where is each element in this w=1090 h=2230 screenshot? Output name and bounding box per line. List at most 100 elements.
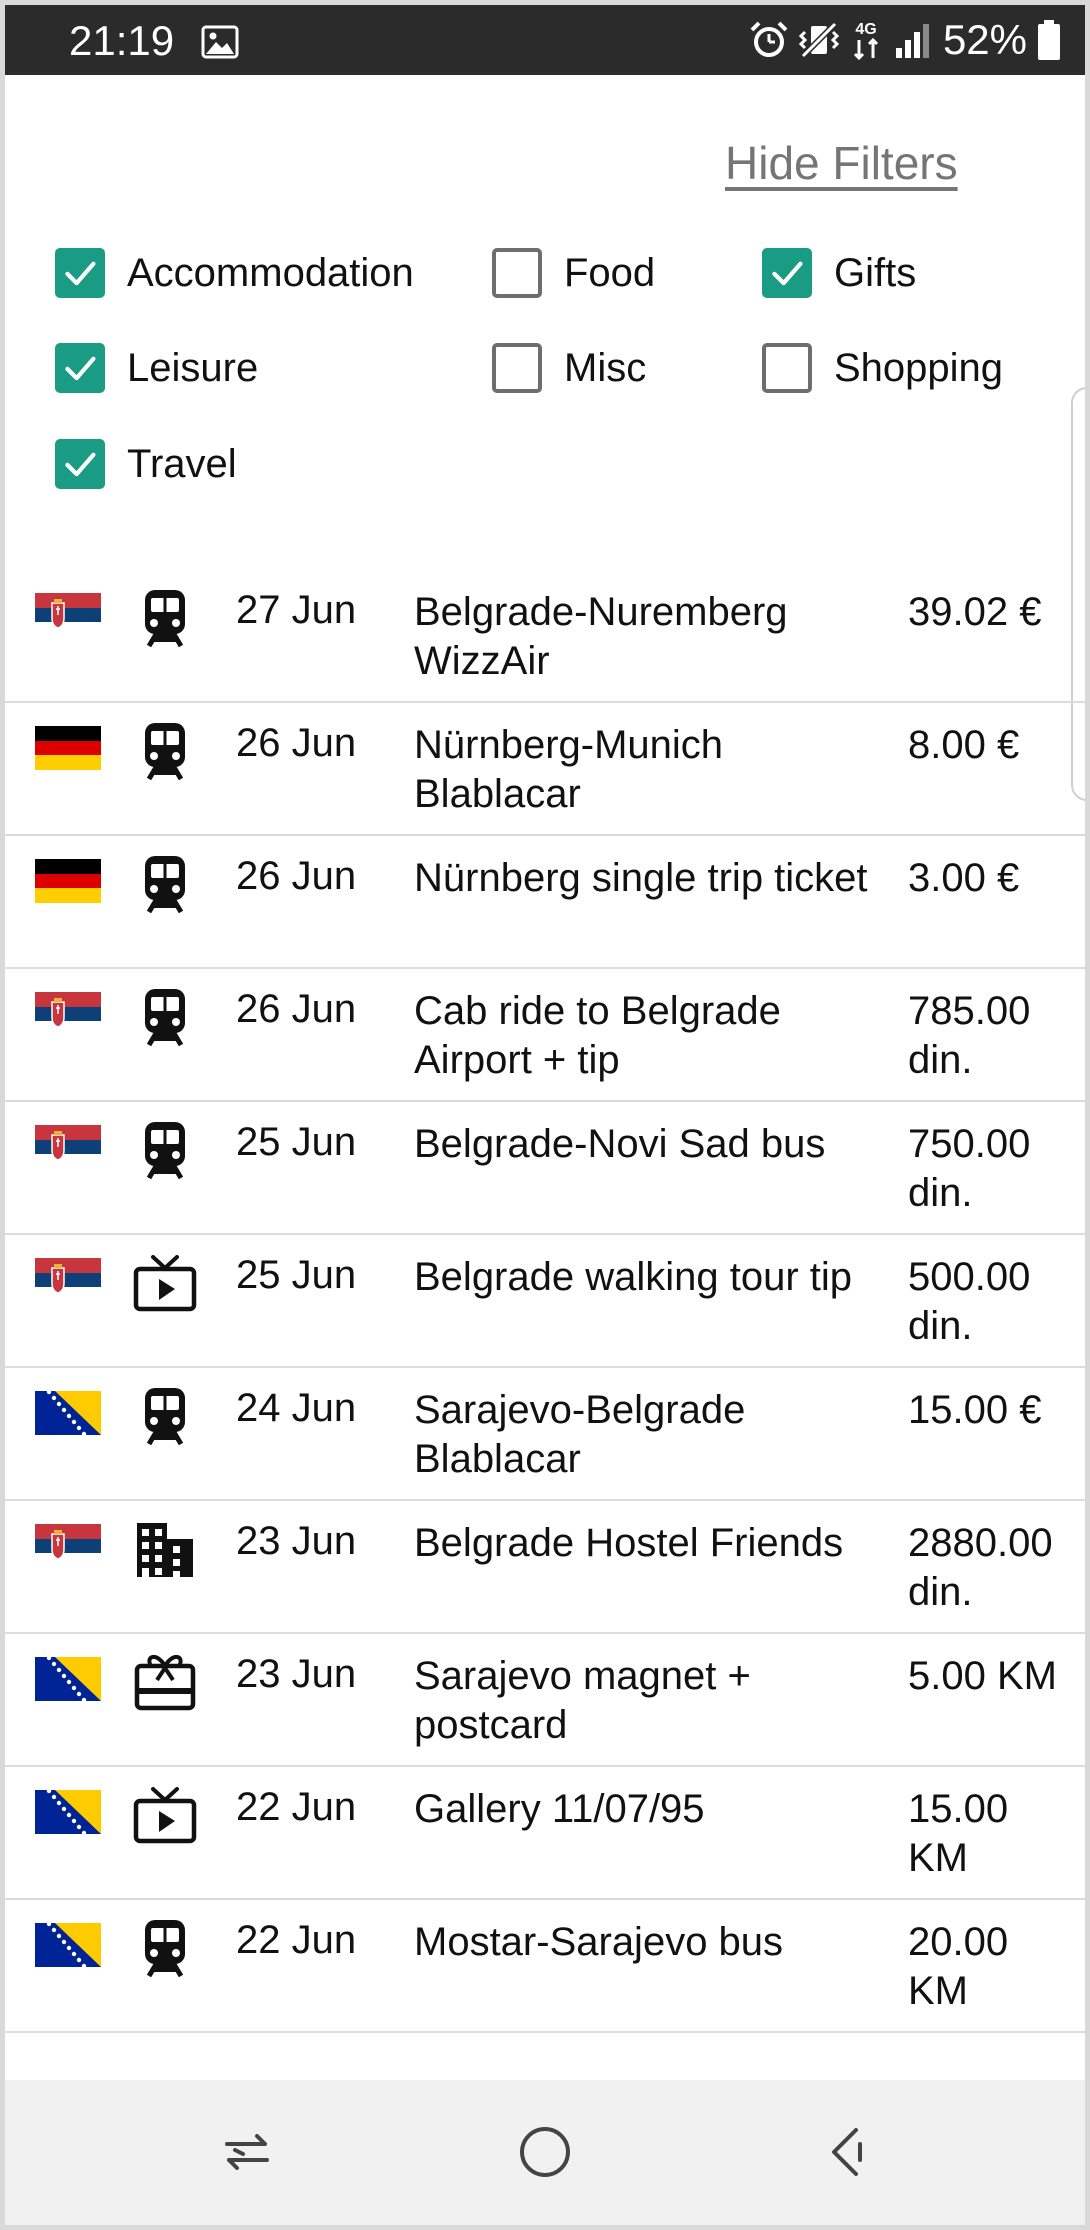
- recent-apps-icon[interactable]: [217, 2122, 277, 2182]
- expense-description: Mostar-Sarajevo bus: [414, 1920, 784, 1964]
- filter-leisure[interactable]: Leisure: [55, 340, 258, 396]
- expense-row[interactable]: 26 Jun Nürnberg single trip ticket 3.00 €: [5, 836, 1085, 969]
- expense-date: 26 Jun: [236, 854, 357, 898]
- flag-serbia-icon: [35, 1524, 101, 1568]
- expense-date: 23 Jun: [236, 1519, 357, 1563]
- network-4g-icon: 4G: [853, 21, 878, 61]
- flag-bosnia-icon: [35, 1788, 101, 1836]
- image-icon: [201, 25, 239, 59]
- train-icon: [133, 719, 197, 783]
- expense-description: Gallery 11/07/95: [414, 1787, 705, 1831]
- signal-icon: [895, 24, 929, 58]
- expense-amount: 500.00 din.: [908, 1255, 1031, 1348]
- tv-icon: [133, 1783, 197, 1847]
- train-icon: [133, 852, 197, 916]
- flag-bosnia-icon: [35, 1921, 101, 1969]
- flag-germany-icon: [35, 859, 101, 903]
- flag-bosnia-icon: [35, 1389, 101, 1437]
- flag-serbia-icon: [35, 992, 101, 1036]
- checkbox-checked[interactable]: [55, 439, 105, 489]
- battery-percent: 52%: [942, 16, 1027, 63]
- filter-label: Accommodation: [127, 250, 414, 295]
- checkbox-checked[interactable]: [55, 343, 105, 393]
- expense-row[interactable]: 27 Jun Belgrade-Nuremberg WizzAir 39.02 €: [5, 570, 1085, 703]
- home-icon[interactable]: [515, 2122, 575, 2182]
- expense-date: 25 Jun: [236, 1253, 357, 1297]
- expense-date: 24 Jun: [236, 1386, 357, 1430]
- status-indicators: 4G 52%: [749, 15, 1061, 65]
- expense-description: Cab ride to Belgrade Airport + tip: [414, 989, 781, 1082]
- filter-label: Travel: [127, 441, 237, 486]
- filter-gifts[interactable]: Gifts: [762, 245, 916, 301]
- checkbox-unchecked[interactable]: [492, 343, 542, 393]
- train-icon: [133, 1916, 197, 1980]
- filter-food[interactable]: Food: [492, 245, 655, 301]
- filter-shopping[interactable]: Shopping: [762, 340, 1003, 396]
- expense-row[interactable]: 24 Jun Sarajevo-Belgrade Blablacar 15.00 €: [5, 1368, 1085, 1501]
- expense-date: 25 Jun: [236, 1120, 357, 1164]
- expense-row[interactable]: 23 Jun Sarajevo magnet + postcard 5.00 KM: [5, 1634, 1085, 1767]
- train-icon: [133, 1384, 197, 1448]
- expense-description: Nürnberg-Munich Blablacar: [414, 723, 724, 816]
- expense-date: 26 Jun: [236, 987, 357, 1031]
- expense-date: 23 Jun: [236, 1652, 357, 1696]
- expense-date: 22 Jun: [236, 1918, 357, 1962]
- app-screen: 21:19 4G 52% Hide Filters Accommodation …: [5, 5, 1085, 2225]
- expense-amount: 15.00 €: [908, 1388, 1042, 1432]
- filter-label: Gifts: [834, 250, 917, 295]
- alarm-icon: [750, 21, 788, 57]
- battery-icon: [1038, 20, 1060, 60]
- building-icon: [133, 1517, 197, 1581]
- filter-travel[interactable]: Travel: [55, 436, 237, 492]
- filter-accommodation[interactable]: Accommodation: [55, 245, 414, 301]
- expense-row[interactable]: 26 Jun Nürnberg-Munich Blablacar 8.00 €: [5, 703, 1085, 836]
- checkbox-checked[interactable]: [762, 248, 812, 298]
- expense-description: Nürnberg single trip ticket: [414, 856, 868, 900]
- hide-filters-link[interactable]: Hide Filters: [725, 136, 958, 190]
- checkbox-unchecked[interactable]: [762, 343, 812, 393]
- expense-date: 27 Jun: [236, 588, 357, 632]
- gift-card-icon: [133, 1650, 197, 1714]
- expense-list: 27 Jun Belgrade-Nuremberg WizzAir 39.02 €2…: [5, 570, 1085, 2033]
- tv-icon: [133, 1251, 197, 1315]
- expense-row[interactable]: 22 Jun Gallery 11/07/95 15.00 KM: [5, 1767, 1085, 1900]
- expense-amount: 20.00 KM: [908, 1920, 1009, 2013]
- status-bar: 21:19 4G 52%: [5, 5, 1085, 75]
- expense-amount: 8.00 €: [908, 723, 1020, 767]
- vibrate-icon: [798, 21, 839, 59]
- expense-date: 26 Jun: [236, 721, 357, 765]
- flag-serbia-icon: [35, 593, 101, 637]
- expense-amount: 3.00 €: [908, 856, 1020, 900]
- train-icon: [133, 985, 197, 1049]
- expense-amount: 785.00 din.: [908, 989, 1031, 1082]
- expense-amount: 15.00 KM: [908, 1787, 1009, 1880]
- expense-description: Belgrade-Novi Sad bus: [414, 1122, 826, 1166]
- filter-label: Leisure: [127, 345, 259, 390]
- navigation-bar: [5, 2080, 1085, 2225]
- expense-row[interactable]: 25 Jun Belgrade-Novi Sad bus 750.00 din.: [5, 1102, 1085, 1235]
- filter-label: Misc: [564, 345, 647, 390]
- expense-description: Belgrade Hostel Friends: [414, 1521, 844, 1565]
- expense-row[interactable]: 26 Jun Cab ride to Belgrade Airport + tip…: [5, 969, 1085, 1102]
- expense-description: Belgrade walking tour tip: [414, 1255, 853, 1299]
- back-icon[interactable]: [820, 2122, 880, 2182]
- checkbox-unchecked[interactable]: [492, 248, 542, 298]
- expense-description: Belgrade-Nuremberg WizzAir: [414, 590, 788, 683]
- expense-row[interactable]: 22 Jun Mostar-Sarajevo bus 20.00 KM: [5, 1900, 1085, 2033]
- expense-amount: 39.02 €: [908, 590, 1042, 634]
- expense-row[interactable]: 25 Jun Belgrade walking tour tip 500.00 di…: [5, 1235, 1085, 1368]
- status-time: 21:19: [69, 17, 175, 64]
- expense-date: 22 Jun: [236, 1785, 357, 1829]
- expense-row[interactable]: 23 Jun Belgrade Hostel Friends 2880.00 din…: [5, 1501, 1085, 1634]
- expense-amount: 5.00 KM: [908, 1654, 1057, 1698]
- filter-misc[interactable]: Misc: [492, 340, 646, 396]
- expense-description: Sarajevo-Belgrade Blablacar: [414, 1388, 746, 1481]
- expense-amount: 2880.00 din.: [908, 1521, 1053, 1614]
- expense-description: Sarajevo magnet + postcard: [414, 1654, 751, 1747]
- flag-bosnia-icon: [35, 1655, 101, 1703]
- filter-label: Food: [564, 250, 656, 295]
- train-icon: [133, 1118, 197, 1182]
- checkbox-checked[interactable]: [55, 248, 105, 298]
- filter-label: Shopping: [834, 345, 1004, 390]
- svg-text:4G: 4G: [855, 21, 876, 38]
